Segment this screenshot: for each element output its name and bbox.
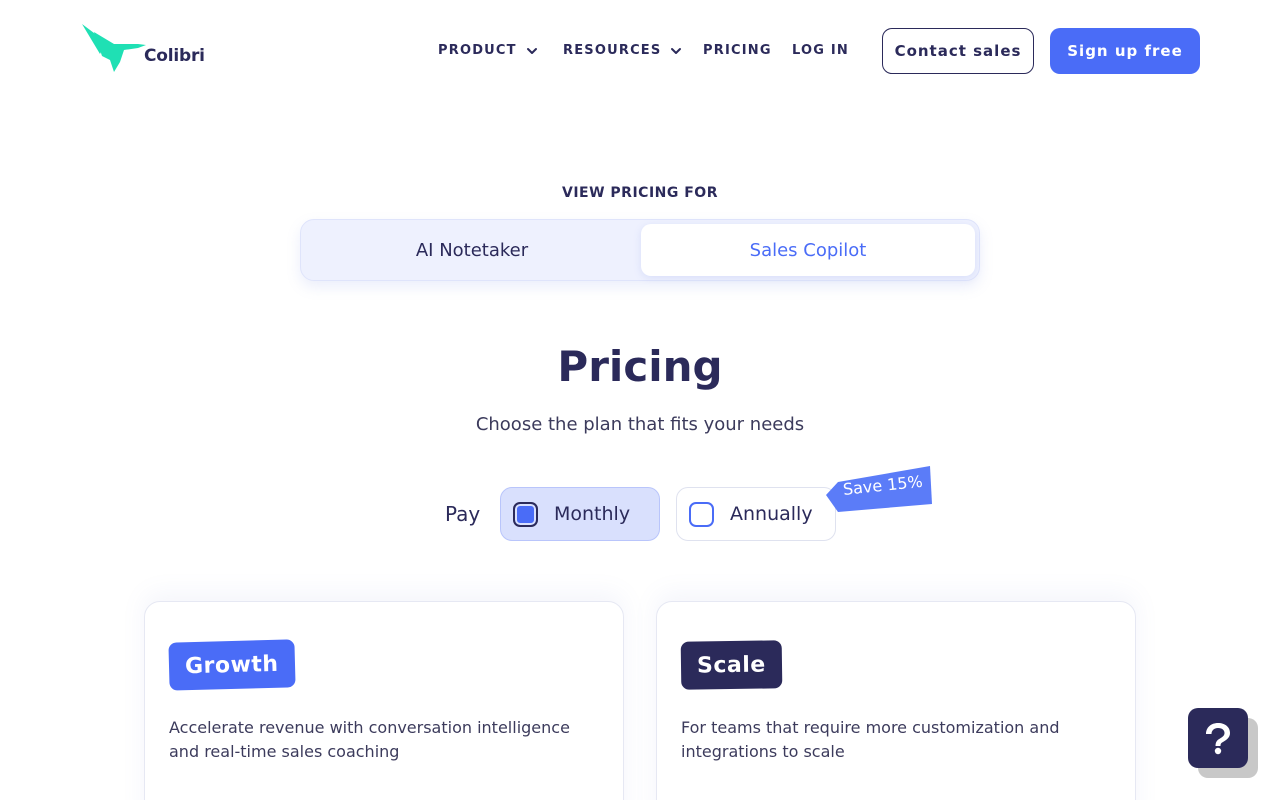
tab-sales-copilot[interactable]: Sales Copilot xyxy=(641,224,975,276)
page-title: Pricing xyxy=(557,342,723,391)
monthly-label: Monthly xyxy=(554,503,631,525)
nav-login-label: LOG IN xyxy=(792,43,849,58)
nav-pricing[interactable]: PRICING xyxy=(703,43,772,58)
monthly-radio[interactable] xyxy=(513,501,538,527)
plan-name-growth: Growth xyxy=(168,639,296,691)
chevron-down-icon xyxy=(671,47,682,54)
nav-pricing-label: PRICING xyxy=(703,43,772,58)
product-switcher: AI Notetaker Sales Copilot xyxy=(300,219,980,281)
chevron-down-icon xyxy=(526,47,537,54)
plan-description-scale: For teams that require more customizatio… xyxy=(681,718,1060,761)
pay-label: Pay xyxy=(445,502,481,526)
nav-product[interactable]: PRODUCT xyxy=(438,43,539,58)
plan-description-growth: Accelerate revenue with conversation int… xyxy=(169,718,570,761)
colibri-logo[interactable]: Colibri xyxy=(80,22,205,76)
billing-annually-option[interactable]: Annually xyxy=(676,487,836,541)
billing-monthly-option[interactable]: Monthly xyxy=(500,487,660,541)
nav-resources[interactable]: RESOURCES xyxy=(563,43,683,58)
annually-label: Annually xyxy=(730,503,813,525)
annually-radio[interactable] xyxy=(689,501,714,527)
logo-text: Colibri xyxy=(144,46,205,66)
help-button[interactable] xyxy=(1188,708,1248,768)
nav-product-label: PRODUCT xyxy=(438,43,517,58)
view-pricing-label: VIEW PRICING FOR xyxy=(562,185,718,201)
plan-card-growth: Growth Accelerate revenue with conversat… xyxy=(144,601,624,800)
contact-sales-button[interactable]: Contact sales xyxy=(882,28,1034,74)
sign-up-button[interactable]: Sign up free xyxy=(1050,28,1200,74)
plan-card-scale: Scale For teams that require more custom… xyxy=(656,601,1136,800)
nav-login[interactable]: LOG IN xyxy=(792,43,849,58)
question-mark-icon xyxy=(1206,723,1230,755)
hummingbird-icon xyxy=(82,24,146,72)
nav-resources-label: RESOURCES xyxy=(563,43,662,58)
tab-ai-notetaker[interactable]: AI Notetaker xyxy=(305,224,639,276)
plan-name-scale: Scale xyxy=(680,640,783,690)
page-subtitle: Choose the plan that fits your needs xyxy=(475,414,805,435)
